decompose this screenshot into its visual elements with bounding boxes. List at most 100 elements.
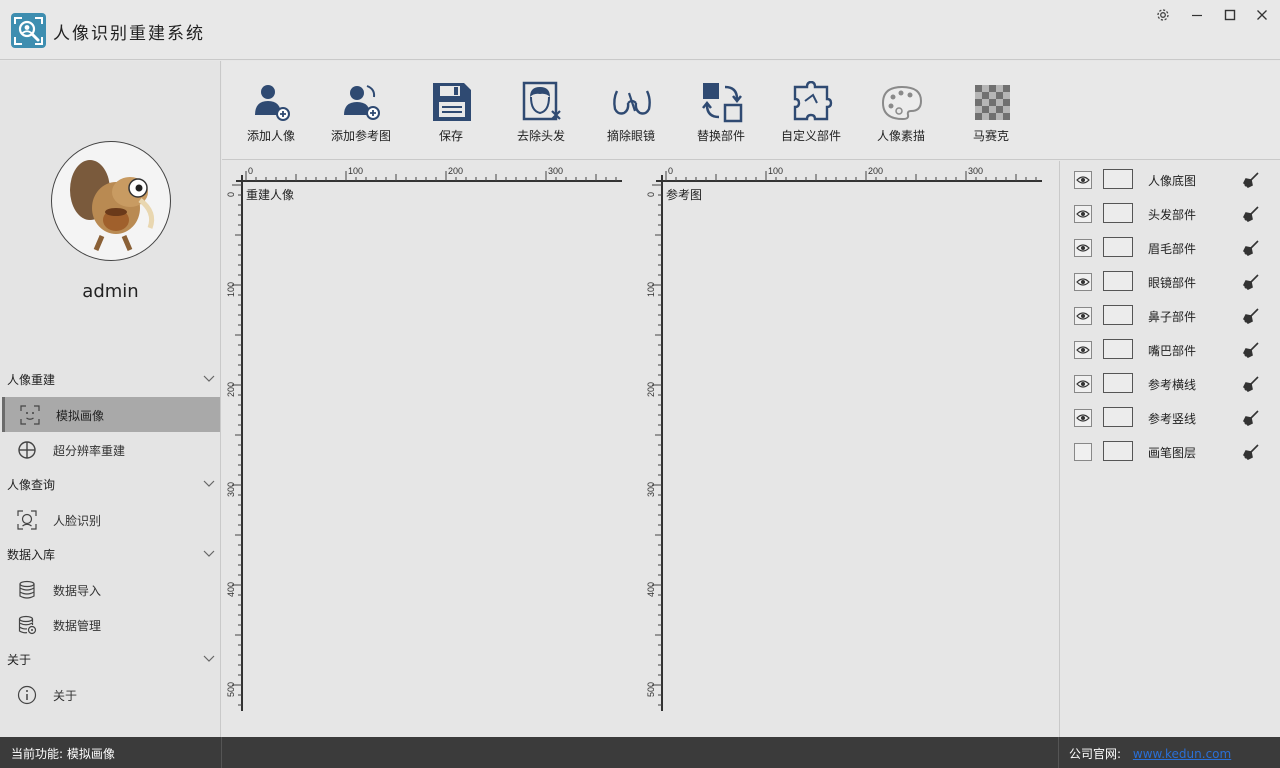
brush-icon[interactable]: [1242, 239, 1260, 257]
sidebar-item-data-import[interactable]: 数据导入: [2, 572, 220, 607]
sidebar-item-simulated-portrait[interactable]: 模拟画像: [2, 397, 220, 432]
minimize-icon[interactable]: [1186, 4, 1208, 26]
remove-glasses-button[interactable]: 摘除眼镜: [586, 61, 676, 160]
eye-icon[interactable]: [1074, 273, 1092, 291]
sidebar-item-face-recognition[interactable]: 人脸识别: [2, 502, 220, 537]
tool-label: 添加参考图: [330, 129, 391, 143]
tool-label: 摘除眼镜: [606, 129, 655, 143]
sidebar: admin 人像重建 模拟画像 超分辨率重建 人像查询 人脸识别 数据入库 数据…: [0, 61, 221, 737]
portrait-sketch-button[interactable]: 人像素描: [856, 61, 946, 160]
reference-canvas[interactable]: 0 100 200 300 0 100 200 300 400 500 参考图: [642, 161, 1052, 737]
company-link[interactable]: www.kedun.com: [1133, 747, 1231, 761]
ruler-tick-label: 400: [226, 582, 236, 597]
layer-row[interactable]: 眼镜部件: [1061, 264, 1280, 298]
ruler-tick-label: 500: [646, 682, 656, 697]
sidebar-item-about[interactable]: 关于: [2, 677, 220, 712]
sidebar-item-super-resolution[interactable]: 超分辨率重建: [2, 432, 220, 467]
palette-icon: [881, 85, 923, 121]
crosshair-circle-icon: [18, 441, 36, 459]
tool-label: 添加人像: [246, 129, 295, 143]
menu-group-data[interactable]: 数据入库: [0, 539, 221, 569]
ruler-tick-label: 100: [226, 282, 236, 297]
current-function-label: 当前功能:: [11, 747, 64, 761]
layer-name: 眼镜部件: [1148, 276, 1197, 290]
eye-icon[interactable]: [1074, 205, 1092, 223]
add-reference-icon: [344, 85, 380, 120]
add-portrait-button[interactable]: 添加人像: [226, 61, 316, 160]
layer-row[interactable]: 参考横线: [1061, 366, 1280, 400]
eye-icon[interactable]: [1074, 375, 1092, 393]
database-icon: [19, 580, 35, 599]
layer-row[interactable]: 头发部件: [1061, 196, 1280, 230]
layer-row[interactable]: 画笔图层: [1061, 434, 1280, 468]
sidebar-item-label: 超分辨率重建: [53, 444, 126, 458]
brush-icon[interactable]: [1242, 375, 1260, 393]
layer-row[interactable]: 人像底图: [1061, 162, 1280, 196]
ruler-tick-label: 200: [448, 166, 463, 176]
status-bar: 当前功能: 模拟画像 公司官网: www.kedun.com: [0, 737, 1280, 768]
brush-icon[interactable]: [1242, 273, 1260, 291]
layer-row[interactable]: 嘴巴部件: [1061, 332, 1280, 366]
maximize-icon[interactable]: [1219, 4, 1241, 26]
eye-icon[interactable]: [1074, 307, 1092, 325]
save-button[interactable]: 保存: [406, 61, 496, 160]
layer-thumbnail: [1103, 441, 1133, 461]
menu-group-label: 人像查询: [7, 478, 56, 492]
ruler-tick-label: 100: [348, 166, 363, 176]
ruler-tick-label: 100: [646, 282, 656, 297]
layer-name: 参考横线: [1148, 378, 1197, 392]
close-icon[interactable]: [1251, 4, 1273, 26]
sidebar-item-data-management[interactable]: 数据管理: [2, 607, 220, 642]
brush-icon[interactable]: [1242, 307, 1260, 325]
layer-thumbnail: [1103, 373, 1133, 393]
app-title: 人像识别重建系统: [53, 24, 205, 44]
canvas-area: 0 100 200 300 0 100 200 300 400 500 重建人像 0 100 200 3…: [222, 161, 1060, 737]
ruler-tick-label: 0: [646, 192, 656, 197]
chevron-down-icon: [203, 550, 215, 557]
eye-icon[interactable]: [1074, 409, 1092, 427]
tool-label: 自定义部件: [780, 129, 841, 143]
layer-name: 眉毛部件: [1148, 242, 1197, 256]
gear-icon[interactable]: [1152, 4, 1174, 26]
ruler-tick-label: 300: [226, 482, 236, 497]
replace-part-icon: [702, 83, 743, 123]
save-icon: [433, 83, 471, 121]
ruler-tick-label: 100: [768, 166, 783, 176]
chevron-down-icon: [203, 375, 215, 382]
tool-label: 保存: [438, 129, 463, 143]
eye-icon[interactable]: [1074, 171, 1092, 189]
layers-panel: 人像底图 头发部件 眉毛部件 眼镜部件 鼻子部件 嘴巴部件 参考横线 参考竖线 …: [1061, 161, 1280, 737]
puzzle-icon: [793, 81, 833, 121]
eye-icon[interactable]: [1074, 341, 1092, 359]
layer-row[interactable]: 参考竖线: [1061, 400, 1280, 434]
info-icon: [17, 685, 37, 705]
eye-icon[interactable]: [1074, 239, 1092, 257]
title-bar: 人像识别重建系统: [0, 0, 1280, 60]
layer-row[interactable]: 鼻子部件: [1061, 298, 1280, 332]
current-function: 当前功能: 模拟画像: [11, 745, 115, 762]
chevron-down-icon: [203, 655, 215, 662]
menu-group-label: 人像重建: [7, 373, 56, 387]
menu-group-about[interactable]: 关于: [0, 644, 221, 674]
mosaic-button[interactable]: 马赛克: [946, 61, 1036, 160]
brush-icon[interactable]: [1242, 341, 1260, 359]
brush-icon[interactable]: [1242, 171, 1260, 189]
layer-thumbnail: [1103, 237, 1133, 257]
menu-group-reconstruction[interactable]: 人像重建: [0, 364, 221, 394]
custom-part-button[interactable]: 自定义部件: [766, 61, 856, 160]
layer-name: 头发部件: [1148, 208, 1197, 222]
visibility-checkbox[interactable]: [1074, 443, 1092, 461]
menu-group-query[interactable]: 人像查询: [0, 469, 221, 499]
brush-icon[interactable]: [1242, 409, 1260, 427]
brush-icon[interactable]: [1242, 443, 1260, 461]
replace-part-button[interactable]: 替换部件: [676, 61, 766, 160]
remove-hair-button[interactable]: 去除头发: [496, 61, 586, 160]
ruler: 0 100 200 300 0 100 200 300 400 500: [646, 166, 1042, 711]
avatar[interactable]: [51, 141, 171, 261]
remove-glasses-icon: [613, 90, 651, 115]
layer-row[interactable]: 眉毛部件: [1061, 230, 1280, 264]
ruler-tick-label: 200: [646, 382, 656, 397]
reconstruction-canvas[interactable]: 0 100 200 300 0 100 200 300 400 500 重建人像: [222, 161, 632, 737]
add-reference-button[interactable]: 添加参考图: [316, 61, 406, 160]
brush-icon[interactable]: [1242, 205, 1260, 223]
